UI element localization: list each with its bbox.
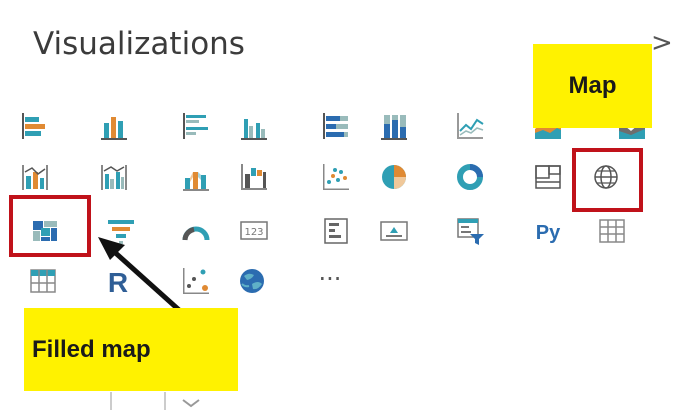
line-chart-icon[interactable] [455, 111, 485, 141]
collapse-pane-button[interactable]: > [651, 28, 673, 58]
100-stacked-column-chart-icon[interactable] [379, 111, 409, 141]
pane-title: Visualizations [33, 26, 245, 62]
filled-map-callout: Filled map [24, 308, 238, 391]
visualizations-pane: Visualizations > 123 Py R ··· Map Filled… [0, 0, 690, 410]
clustered-column-chart-icon[interactable] [239, 111, 269, 141]
treemap-icon[interactable] [533, 162, 563, 192]
scatter-chart-icon[interactable] [321, 162, 351, 192]
key-influencers-icon[interactable] [181, 266, 211, 296]
funnel-icon[interactable] [106, 216, 136, 246]
card-number: 123 [244, 227, 263, 238]
r-script-visual-icon[interactable]: R [103, 266, 133, 296]
line-and-clustered-column-chart-icon[interactable] [99, 162, 129, 192]
partially-visible-field-icon [110, 392, 200, 410]
waterfall-chart-icon[interactable] [239, 162, 269, 192]
map-callout: Map [533, 44, 652, 128]
clustered-bar-chart-icon[interactable] [181, 111, 211, 141]
kpi-icon[interactable] [379, 216, 409, 246]
pie-chart-icon[interactable] [379, 162, 409, 192]
stacked-bar-chart-icon[interactable] [20, 111, 50, 141]
stacked-column-chart-icon[interactable] [99, 111, 129, 141]
line-and-stacked-column-chart-icon[interactable] [20, 162, 50, 192]
100-stacked-bar-chart-icon[interactable] [321, 111, 351, 141]
map-icon-highlight [572, 148, 643, 212]
gauge-icon[interactable] [181, 216, 211, 246]
python-label: Py [536, 222, 561, 244]
multi-row-card-icon[interactable] [321, 216, 351, 246]
table-icon[interactable] [597, 216, 627, 246]
card-icon[interactable]: 123 [239, 216, 269, 246]
matrix-icon[interactable] [28, 266, 58, 296]
r-label: R [108, 267, 128, 296]
arcgis-map-icon[interactable] [237, 266, 267, 296]
filled-map-icon-highlight [9, 195, 91, 257]
slicer-icon[interactable] [455, 216, 485, 246]
python-visual-icon[interactable]: Py [533, 216, 563, 246]
more-visuals-icon[interactable]: ··· [312, 264, 348, 294]
ribbon-chart-icon[interactable] [181, 162, 211, 192]
donut-chart-icon[interactable] [455, 162, 485, 192]
